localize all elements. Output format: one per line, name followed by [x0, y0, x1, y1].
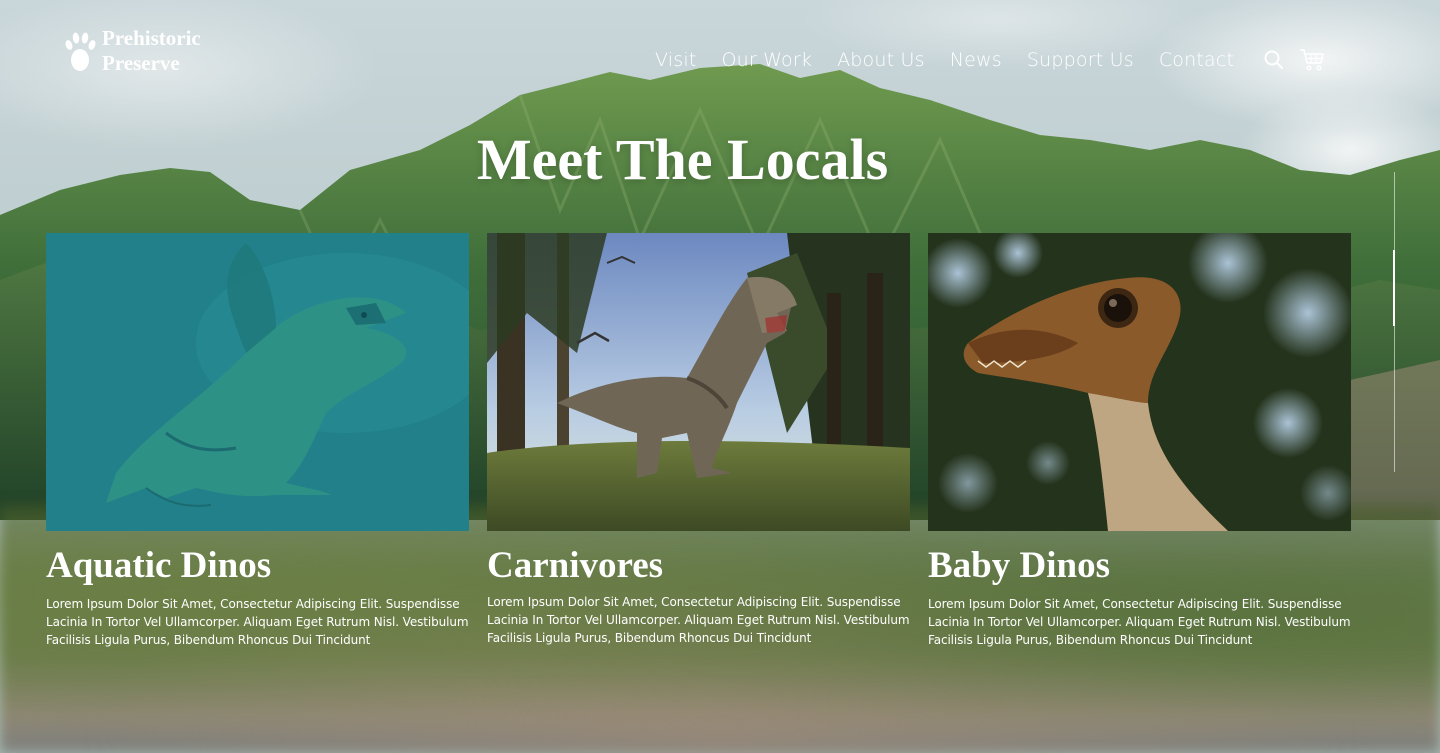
nav-link-our-work[interactable]: Our Work — [722, 49, 813, 71]
brand-name-line2: Preserve — [102, 51, 180, 75]
card-title: Aquatic Dinos — [46, 545, 272, 586]
nav-link-support-us[interactable]: Support Us — [1027, 49, 1134, 71]
brand-name-line1: Prehistoric — [102, 26, 201, 50]
nav-link-about-us[interactable]: About Us — [837, 49, 925, 71]
card-description: Lorem Ipsum Dolor Sit Amet, Consectetur … — [928, 597, 1351, 647]
aquatic-dino-photo[interactable] — [46, 233, 469, 531]
page-title: Meet The Locals — [476, 127, 889, 192]
brand-logo[interactable]: Prehistoric Preserve — [64, 26, 201, 76]
main-nav: Visit Our Work About Us News Support Us … — [655, 48, 1325, 72]
card-baby-dinos[interactable]: Baby Dinos Lorem Ipsum Dolor Sit Amet, C… — [928, 233, 1351, 649]
cart-icon[interactable] — [1299, 48, 1325, 72]
search-icon[interactable] — [1263, 49, 1285, 71]
nav-link-news[interactable]: News — [950, 49, 1002, 71]
nav-link-visit[interactable]: Visit — [655, 49, 697, 71]
baby-dino-photo[interactable] — [928, 233, 1351, 531]
scroll-thumb[interactable] — [1393, 250, 1395, 326]
card-carnivores[interactable]: Carnivores Lorem Ipsum Dolor Sit Amet, C… — [487, 233, 910, 647]
card-description: Lorem Ipsum Dolor Sit Amet, Consectetur … — [46, 597, 469, 647]
brand-name: Prehistoric Preserve — [102, 26, 201, 76]
nav-link-contact[interactable]: Contact — [1159, 49, 1234, 71]
footprint-icon — [65, 32, 96, 71]
card-description: Lorem Ipsum Dolor Sit Amet, Consectetur … — [487, 595, 910, 645]
trex-photo[interactable] — [487, 233, 910, 531]
card-title: Baby Dinos — [928, 545, 1110, 586]
card-title: Carnivores — [487, 545, 664, 586]
card-aquatic-dinos[interactable]: Aquatic Dinos Lorem Ipsum Dolor Sit Amet… — [46, 233, 469, 649]
